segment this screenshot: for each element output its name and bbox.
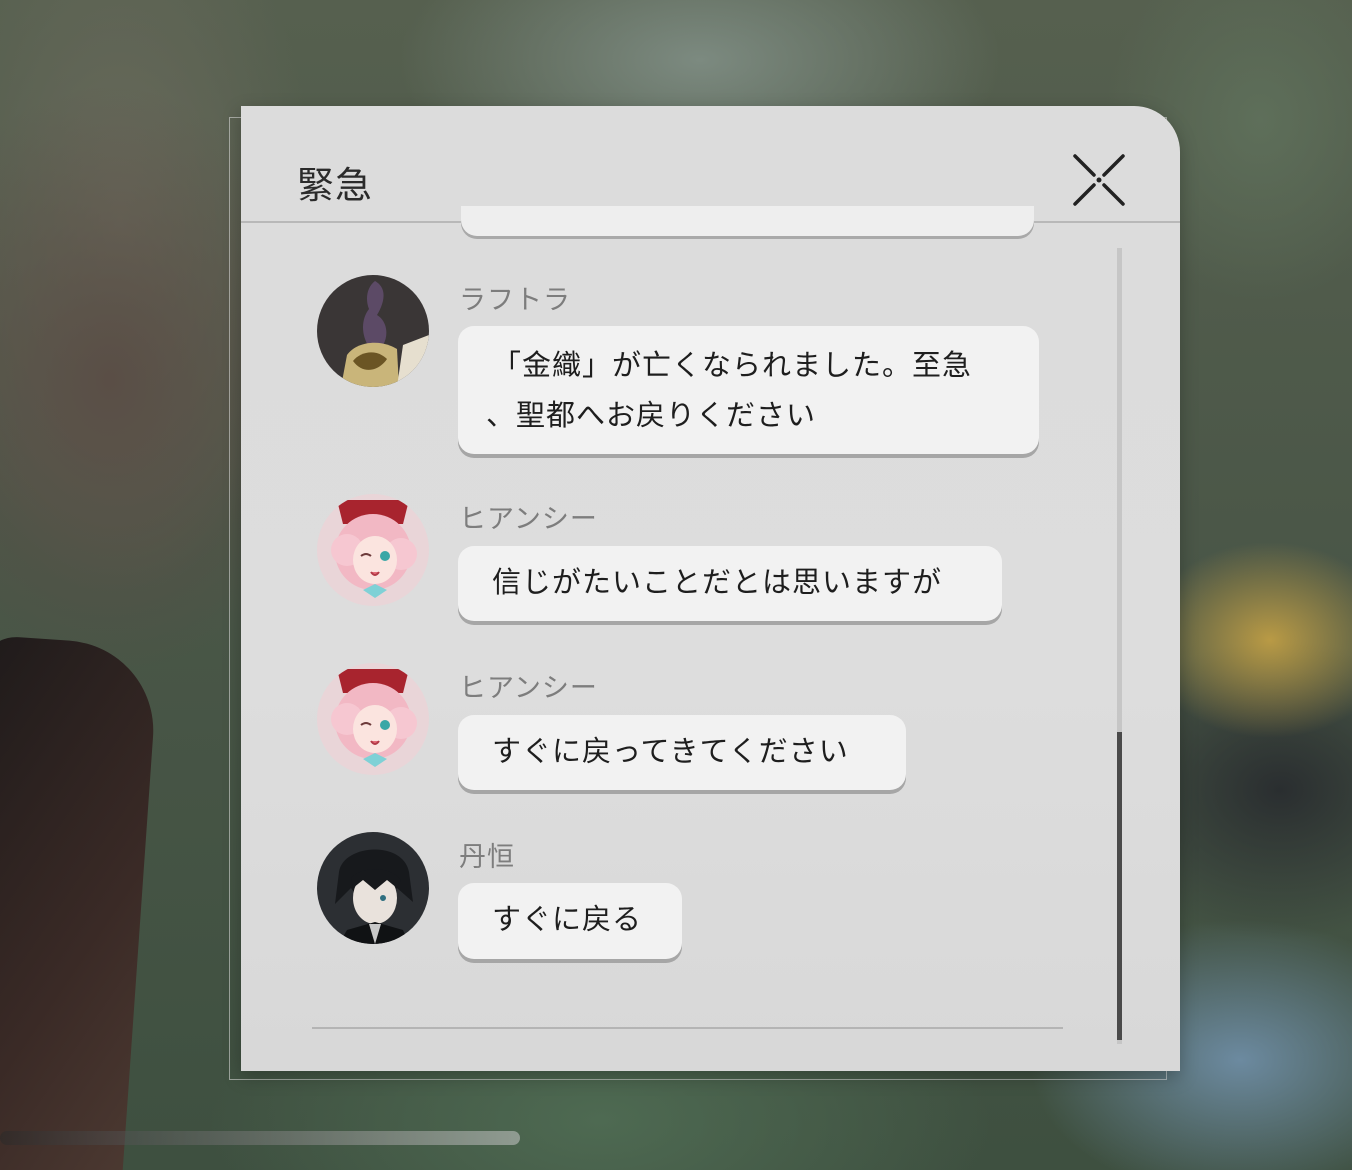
sender-name: ラフトラ [459, 285, 571, 316]
message-bubble: すぐに戻ってきてください [458, 715, 906, 790]
close-x-icon [1073, 154, 1125, 206]
message-bubble: 信じがたいことだとは思いますが [458, 546, 1002, 621]
sender-name: ヒアンシー [459, 673, 598, 704]
message-text-line: 、聖都へお戻りください [486, 398, 817, 432]
chat-dialog: 緊急 ラフトラ 「金織」が亡くなられました。至急 、聖都へお戻りください ヒアン… [241, 106, 1180, 1071]
raftra-avatar [317, 275, 429, 387]
chat-bottom-divider [312, 1027, 1063, 1029]
background-progress-bar [0, 1131, 520, 1145]
dialog-title: 緊急 [297, 164, 373, 207]
sender-name: 丹恒 [459, 842, 515, 873]
message-text-line: 「金織」が亡くなられました。至急 [492, 348, 973, 382]
character-silhouette [0, 634, 160, 1170]
message-bubble: すぐに戻る [458, 883, 682, 959]
scrollbar-thumb[interactable] [1117, 732, 1122, 1040]
close-button[interactable] [1071, 152, 1127, 208]
hyacine-avatar [317, 663, 429, 775]
sender-name: ヒアンシー [459, 504, 598, 535]
previous-message-bubble [461, 206, 1034, 236]
message-bubble: 「金織」が亡くなられました。至急 、聖都へお戻りください [458, 326, 1039, 454]
danheng-avatar [317, 832, 429, 944]
hyacine-avatar [317, 494, 429, 606]
